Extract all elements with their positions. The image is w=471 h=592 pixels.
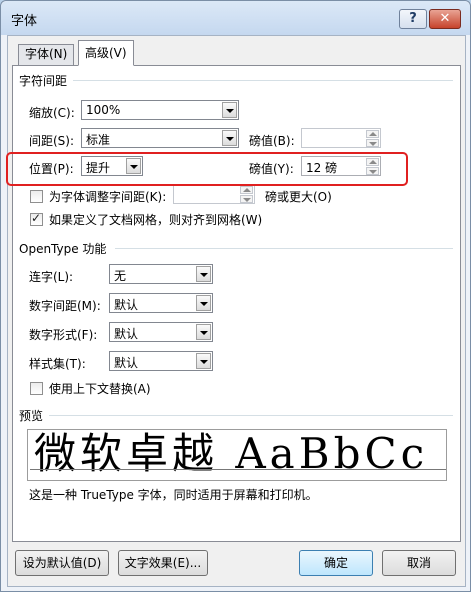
ligatures-combo[interactable]: 无	[109, 264, 213, 284]
text-effects-button[interactable]: 文字效果(E)...	[118, 550, 208, 576]
num-forms-combo[interactable]: 默认	[109, 322, 213, 342]
close-button[interactable]: ✕	[429, 9, 461, 29]
spacing-combo[interactable]: 标准	[81, 128, 239, 148]
kerning-checkbox[interactable]	[30, 190, 43, 203]
grid-label[interactable]: 如果定义了文档网格，则对齐到网格(W)	[49, 211, 262, 228]
ligatures-label: 连字(L):	[29, 270, 74, 284]
preview-group-title: 预览	[19, 409, 44, 423]
ligatures-value: 无	[114, 269, 127, 283]
spin-down-icon[interactable]	[366, 139, 379, 147]
spacing-value: 标准	[86, 133, 111, 147]
spin-up-icon[interactable]	[240, 186, 253, 194]
red-highlight-box	[6, 152, 408, 186]
chevron-down-icon[interactable]	[222, 130, 237, 146]
chevron-down-icon[interactable]	[196, 295, 211, 311]
set-default-button[interactable]: 设为默认值(D)	[15, 550, 109, 576]
kerning-spinner[interactable]	[173, 184, 255, 204]
chevron-down-icon[interactable]	[222, 102, 237, 118]
dialog-client: 字体(N) 高级(V) 字符间距 缩放(C): 100% 间距(S): 标准 磅…	[6, 35, 466, 587]
num-spacing-label: 数字间距(M):	[29, 299, 101, 313]
chevron-down-icon[interactable]	[196, 324, 211, 340]
title-bar: 字体 ? ✕	[1, 1, 470, 35]
preview-box: 微软卓越 AaBbCc	[27, 429, 447, 481]
scale-combo[interactable]: 100%	[81, 100, 239, 120]
spin-down-icon[interactable]	[240, 195, 253, 203]
dialog-title: 字体	[11, 14, 38, 29]
font-dialog: 字体 ? ✕ 字体(N) 高级(V) 字符间距 缩放(C): 100% 间距(S…	[0, 0, 471, 592]
chevron-down-icon[interactable]	[196, 353, 211, 369]
spacing-label: 间距(S):	[29, 134, 75, 148]
num-forms-value: 默认	[114, 327, 139, 341]
stylistic-set-value: 默认	[114, 356, 139, 370]
spacing-points-spinner[interactable]	[301, 128, 381, 148]
chevron-down-icon[interactable]	[196, 266, 211, 282]
preview-description: 这是一种 TrueType 字体，同时适用于屏幕和打印机。	[29, 488, 318, 502]
cancel-button[interactable]: 取消	[382, 550, 456, 576]
num-spacing-value: 默认	[114, 298, 139, 312]
stylistic-set-label: 样式集(T):	[29, 357, 86, 371]
opentype-group-title: OpenType 功能	[19, 242, 107, 256]
ok-button[interactable]: 确定	[299, 550, 373, 576]
num-forms-label: 数字形式(F):	[29, 328, 98, 342]
preview-group-divider	[49, 415, 453, 416]
contextual-checkbox[interactable]	[30, 382, 43, 395]
preview-baseline	[30, 469, 446, 470]
scale-label: 缩放(C):	[29, 106, 75, 120]
scale-value: 100%	[86, 103, 121, 117]
spacing-points-label: 磅值(B):	[249, 134, 295, 148]
spacing-group-title: 字符间距	[19, 74, 68, 88]
stylistic-set-combo[interactable]: 默认	[109, 351, 213, 371]
contextual-label[interactable]: 使用上下文替换(A)	[49, 380, 151, 397]
spacing-group-divider	[73, 80, 453, 81]
advanced-tab-page: 字符间距 缩放(C): 100% 间距(S): 标准 磅值(B): 位置(P):…	[6, 65, 461, 542]
tab-advanced[interactable]: 高级(V)	[78, 40, 134, 66]
kerning-label[interactable]: 为字体调整字间距(K):	[49, 188, 166, 205]
opentype-group-divider	[115, 248, 453, 249]
grid-checkbox[interactable]	[30, 211, 43, 226]
num-spacing-combo[interactable]: 默认	[109, 293, 213, 313]
spin-up-icon[interactable]	[366, 130, 379, 138]
help-button[interactable]: ?	[399, 9, 427, 29]
kerning-suffix-label: 磅或更大(O)	[265, 190, 332, 204]
tab-font[interactable]: 字体(N)	[18, 44, 75, 65]
